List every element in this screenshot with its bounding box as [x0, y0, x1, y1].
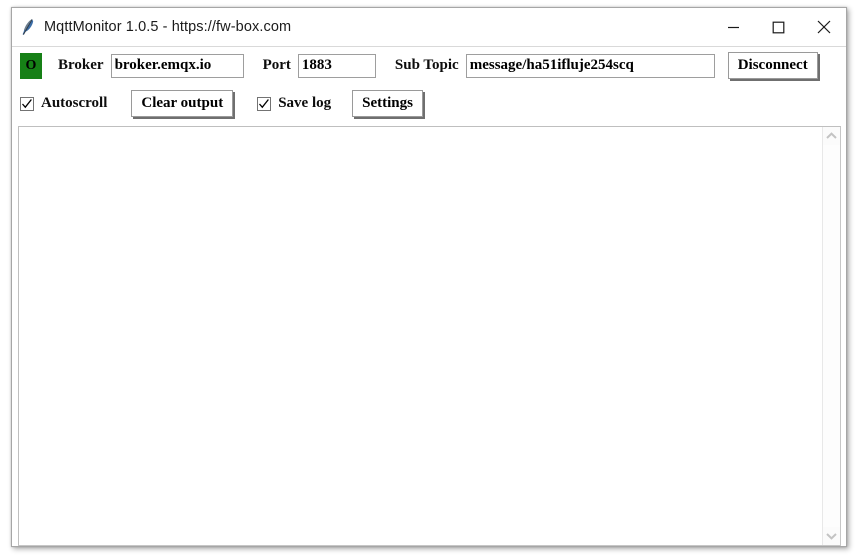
broker-input[interactable] [110, 53, 244, 78]
title-bar[interactable]: MqttMonitor 1.0.5 - https://fw-box.com [12, 8, 846, 47]
sub-topic-label: Sub Topic [394, 57, 459, 73]
toolbar-row-connection: O Broker Port Sub Topic Disconnect [12, 47, 846, 84]
port-label: Port [262, 57, 291, 73]
broker-label: Broker [58, 57, 104, 73]
application-window: MqttMonitor 1.0.5 - https://fw-box.com O… [11, 7, 847, 547]
settings-button[interactable]: Settings [352, 90, 423, 117]
chevron-up-icon [826, 132, 837, 139]
sub-topic-input[interactable] [465, 53, 715, 78]
chevron-down-icon [826, 533, 837, 540]
connection-status-badge: O [20, 52, 42, 79]
output-log-text[interactable] [19, 127, 822, 545]
close-icon [817, 20, 830, 34]
window-title: MqttMonitor 1.0.5 - https://fw-box.com [44, 19, 292, 35]
checkmark-icon [22, 98, 32, 108]
toolbar-row-options: Autoscroll Clear output Save log Setting… [12, 84, 846, 123]
output-panel [18, 126, 841, 546]
save-log-label: Save log [278, 95, 332, 111]
clear-output-button[interactable]: Clear output [131, 90, 234, 117]
maximize-button[interactable] [756, 8, 801, 46]
scrollbar-track[interactable] [823, 145, 840, 527]
save-log-checkbox[interactable]: Save log [257, 95, 331, 112]
toolbar: O Broker Port Sub Topic Disconnect [12, 47, 846, 123]
autoscroll-checkbox-box [20, 96, 34, 111]
close-button[interactable] [801, 8, 846, 46]
autoscroll-label: Autoscroll [41, 95, 108, 111]
save-log-checkbox-box [257, 96, 272, 111]
feather-icon [22, 19, 34, 35]
desktop-background: MqttMonitor 1.0.5 - https://fw-box.com O… [0, 0, 859, 558]
minimize-icon [728, 26, 739, 28]
autoscroll-checkbox[interactable]: Autoscroll [20, 95, 107, 112]
scrollbar-down-button[interactable] [823, 527, 840, 545]
scrollbar-up-button[interactable] [823, 127, 840, 145]
port-input[interactable] [297, 53, 376, 78]
checkmark-icon [259, 98, 270, 108]
minimize-button[interactable] [711, 8, 756, 46]
output-scrollbar[interactable] [822, 127, 840, 545]
disconnect-button[interactable]: Disconnect [727, 52, 818, 79]
maximize-icon [772, 21, 785, 33]
window-controls [711, 8, 846, 46]
